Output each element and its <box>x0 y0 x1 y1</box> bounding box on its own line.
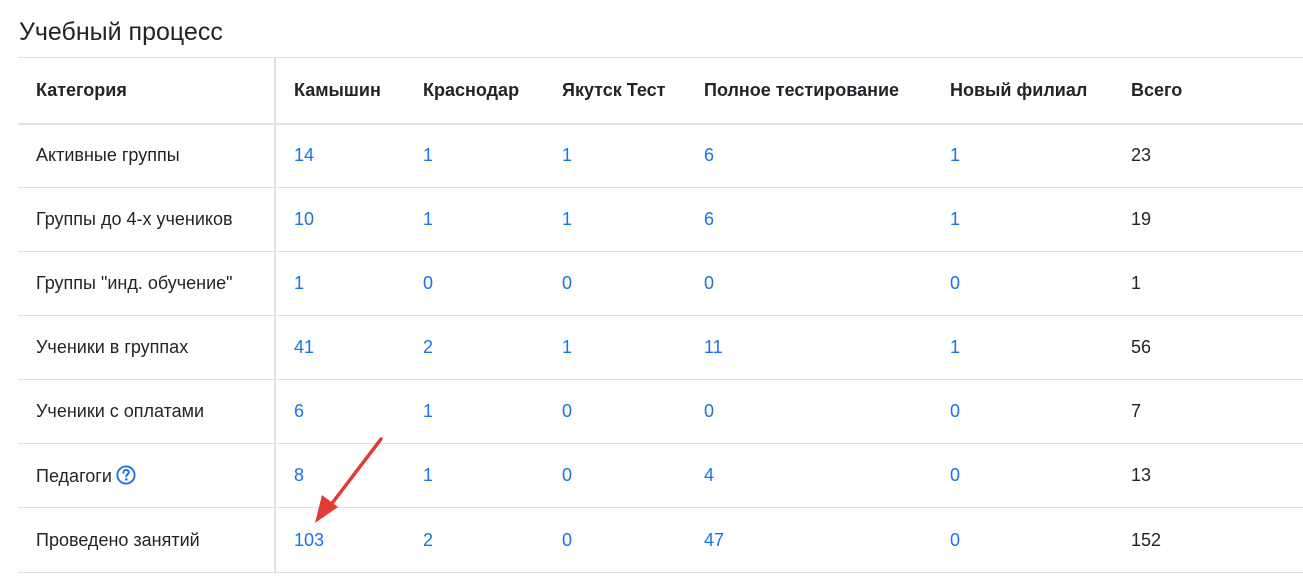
count-link[interactable]: 0 <box>562 401 572 421</box>
row-total: 56 <box>1131 337 1152 357</box>
count-link[interactable]: 0 <box>562 465 572 485</box>
count-link[interactable]: 6 <box>704 145 714 165</box>
header-kamyshin: Камышин <box>294 79 381 100</box>
count-link[interactable]: 0 <box>562 530 572 550</box>
header-krasnodar: Краснодар <box>423 79 520 100</box>
row-category-label: Группы до 4-х учеников <box>18 187 276 252</box>
count-link[interactable]: 1 <box>423 401 433 421</box>
table-row: Ученики в группах 41 2 1 11 1 56 <box>18 315 1303 380</box>
row-category-label: Активные группы <box>18 123 276 188</box>
count-link[interactable]: 1 <box>950 209 960 229</box>
count-link[interactable]: 1 <box>423 145 433 165</box>
row-category-label: Педагоги <box>36 465 112 486</box>
table-row: Активные группы 14 1 1 6 1 23 <box>18 123 1303 188</box>
header-new-branch: Новый филиал <box>950 79 1088 100</box>
row-total: 23 <box>1131 145 1152 166</box>
row-total: 13 <box>1131 465 1152 485</box>
table-header: Категория Камышин Краснодар Якутск Тест … <box>18 57 1303 124</box>
row-category-label: Группы "инд. обучение" <box>18 251 276 316</box>
row-total: 152 <box>1131 529 1162 550</box>
count-link[interactable]: 0 <box>950 465 960 485</box>
row-category-label: Проведено занятий <box>18 507 276 573</box>
page-title: Учебный процесс <box>19 18 223 46</box>
header-full-testing: Полное тестирование <box>704 79 900 100</box>
question-circle-icon[interactable] <box>116 464 136 485</box>
header-yakutsk-test: Якутск Тест <box>562 79 666 100</box>
row-total: 19 <box>1131 209 1152 229</box>
row-category-cell: Педагоги <box>18 443 276 508</box>
table-row: Проведено занятий 103 2 0 47 0 152 <box>18 507 1303 573</box>
row-total: 1 <box>1131 273 1142 293</box>
count-link[interactable]: 0 <box>950 530 960 550</box>
table-row: Группы "инд. обучение" 1 0 0 0 0 1 <box>18 251 1303 316</box>
count-link[interactable]: 47 <box>704 530 724 550</box>
row-category-label: Ученики с оплатами <box>18 379 276 444</box>
table-row: Педагоги 8 1 0 4 0 13 <box>18 443 1303 508</box>
count-link[interactable]: 14 <box>294 145 314 165</box>
count-link[interactable]: 103 <box>294 530 324 550</box>
count-link[interactable]: 1 <box>423 465 433 485</box>
header-total: Всего <box>1131 79 1183 100</box>
count-link[interactable]: 41 <box>294 337 314 357</box>
count-link[interactable]: 1 <box>950 145 960 165</box>
count-link[interactable]: 0 <box>950 401 960 421</box>
count-link[interactable]: 0 <box>562 273 572 293</box>
header-row: Категория Камышин Краснодар Якутск Тест … <box>18 57 1303 124</box>
count-link[interactable]: 6 <box>704 209 714 229</box>
stats-table: Категория Камышин Краснодар Якутск Тест … <box>18 57 1303 573</box>
count-link[interactable]: 2 <box>423 337 433 357</box>
count-link[interactable]: 0 <box>423 273 433 293</box>
row-total: 7 <box>1131 401 1142 421</box>
count-link[interactable]: 1 <box>294 273 304 293</box>
table-row: Группы до 4-х учеников 10 1 1 6 1 19 <box>18 187 1303 252</box>
count-link[interactable]: 11 <box>704 337 723 357</box>
count-link[interactable]: 1 <box>562 337 572 357</box>
table-row: Ученики с оплатами 6 1 0 0 0 7 <box>18 379 1303 444</box>
count-link[interactable]: 1 <box>562 209 572 229</box>
count-link[interactable]: 4 <box>704 465 714 485</box>
count-link[interactable]: 8 <box>294 465 304 485</box>
count-link[interactable]: 1 <box>423 209 433 229</box>
count-link[interactable]: 1 <box>562 145 572 165</box>
count-link[interactable]: 0 <box>950 273 960 293</box>
count-link[interactable]: 1 <box>950 337 960 357</box>
header-category: Категория <box>18 57 276 124</box>
count-link[interactable]: 6 <box>294 401 304 421</box>
table-body: Активные группы 14 1 1 6 1 23 Группы до … <box>18 123 1303 573</box>
row-category-label: Ученики в группах <box>18 315 276 380</box>
count-link[interactable]: 0 <box>704 273 714 293</box>
count-link[interactable]: 0 <box>704 401 714 421</box>
count-link[interactable]: 2 <box>423 530 433 550</box>
count-link[interactable]: 10 <box>294 209 314 229</box>
